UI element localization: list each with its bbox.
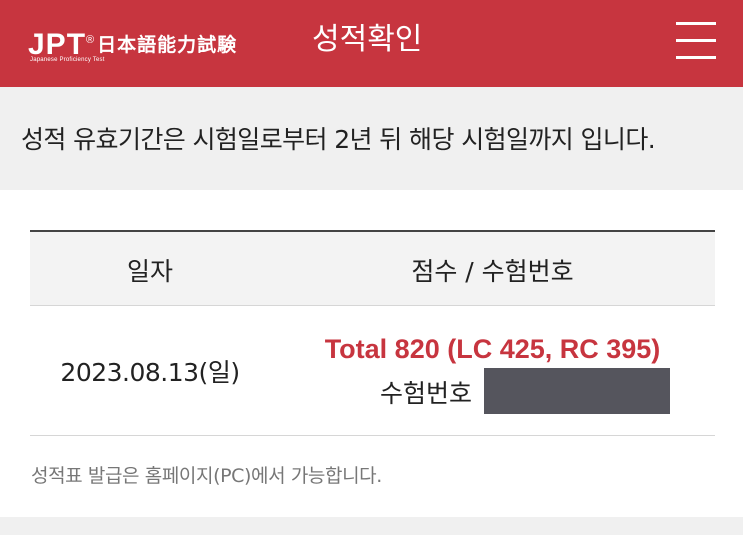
validity-notice-text: 성적 유효기간은 시험일로부터 2년 뒤 해당 시험일까지 입니다.: [21, 125, 656, 154]
exam-number-label: 수험번호: [380, 379, 473, 408]
column-header-date: 일자: [126, 257, 173, 286]
logo-kanji-text: 日本語能力試験: [97, 34, 238, 56]
menu-bar-middle: [676, 39, 716, 42]
table-row: 2023.08.13(일) Total 820 (LC 425, RC 395)…: [30, 306, 715, 436]
menu-bar-bottom: [676, 56, 716, 59]
app-header: JPT® 日本語能力試験 Japanese Proficiency Test 성적…: [0, 0, 743, 87]
menu-bar-top: [676, 22, 716, 25]
logo-subtitle: Japanese Proficiency Test: [30, 57, 105, 63]
page-title: 성적확인: [312, 22, 423, 57]
bottom-section-band: [0, 517, 743, 535]
hamburger-menu-icon[interactable]: [676, 22, 716, 59]
logo-registered-mark: ®: [86, 34, 96, 46]
table-header-row: 일자 점수 / 수험번호: [30, 230, 715, 306]
certificate-footnote: 성적표 발급은 홈페이지(PC)에서 가능합니다.: [31, 465, 382, 487]
jpt-logo[interactable]: JPT® 日本語能力試験 Japanese Proficiency Test: [28, 22, 258, 70]
total-score-text: Total 820 (LC 425, RC 395): [324, 334, 661, 364]
exam-date-cell: 2023.08.13(일): [60, 358, 240, 387]
validity-notice: 성적 유효기간은 시험일로부터 2년 뒤 해당 시험일까지 입니다.: [0, 87, 743, 190]
exam-number-redaction: [484, 368, 670, 414]
column-header-score: 점수 / 수험번호: [411, 257, 574, 286]
